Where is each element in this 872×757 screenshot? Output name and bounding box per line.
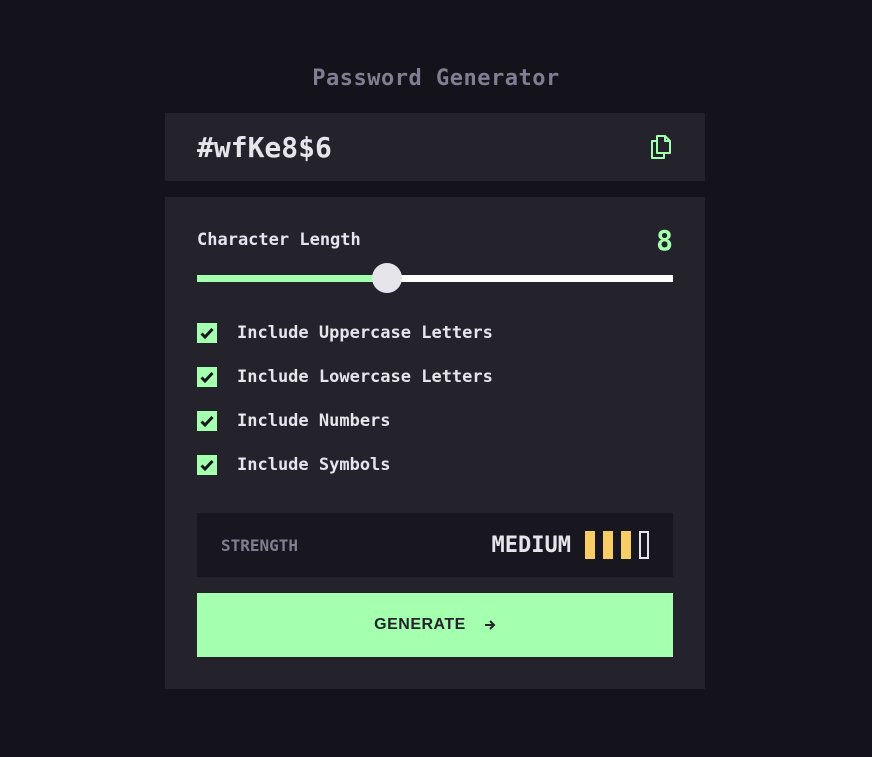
slider-fill	[197, 275, 388, 282]
slider-thumb[interactable]	[372, 263, 403, 293]
length-slider[interactable]	[197, 263, 673, 293]
options-list: Include Uppercase Letters Include Lowerca…	[197, 323, 673, 499]
copy-button[interactable]	[649, 134, 673, 160]
length-value: 8	[656, 223, 673, 257]
copy-icon	[651, 135, 671, 159]
option-checkbox[interactable]	[197, 455, 217, 475]
strength-bar	[639, 531, 649, 559]
password-display: #wfKe8$6	[165, 113, 705, 181]
option-checkbox[interactable]	[197, 411, 217, 431]
strength-indicator: MEDIUM	[492, 531, 649, 559]
check-icon	[200, 459, 214, 471]
option-label: Include Lowercase Letters	[237, 367, 493, 387]
strength-bar	[585, 531, 595, 559]
generate-label: GENERATE	[374, 616, 466, 633]
length-row: Character Length 8	[197, 223, 673, 257]
page-title: Password Generator	[312, 66, 560, 91]
strength-bar	[621, 531, 631, 559]
option-checkbox[interactable]	[197, 367, 217, 387]
option-label: Include Symbols	[237, 455, 391, 475]
strength-bar	[603, 531, 613, 559]
length-label: Character Length	[197, 230, 361, 250]
check-icon	[200, 371, 214, 383]
option-row[interactable]: Include Lowercase Letters	[197, 367, 673, 387]
option-label: Include Numbers	[237, 411, 391, 431]
option-row[interactable]: Include Numbers	[197, 411, 673, 431]
arrow-right-icon	[484, 619, 496, 631]
strength-value: MEDIUM	[491, 532, 571, 558]
check-icon	[200, 327, 214, 339]
settings-panel: Character Length 8 Include Uppercase Let…	[165, 197, 705, 689]
option-checkbox[interactable]	[197, 323, 217, 343]
password-generator-app: Password Generator #wfKe8$6 Character Le…	[0, 0, 872, 757]
generate-button[interactable]: GENERATE	[197, 593, 673, 657]
option-row[interactable]: Include Symbols	[197, 455, 673, 475]
option-label: Include Uppercase Letters	[237, 323, 493, 343]
option-row[interactable]: Include Uppercase Letters	[197, 323, 673, 343]
strength-meter: STRENGTH MEDIUM	[197, 513, 673, 577]
check-icon	[200, 415, 214, 427]
strength-bars	[585, 531, 649, 559]
password-text: #wfKe8$6	[197, 130, 332, 164]
strength-label: STRENGTH	[221, 535, 299, 555]
